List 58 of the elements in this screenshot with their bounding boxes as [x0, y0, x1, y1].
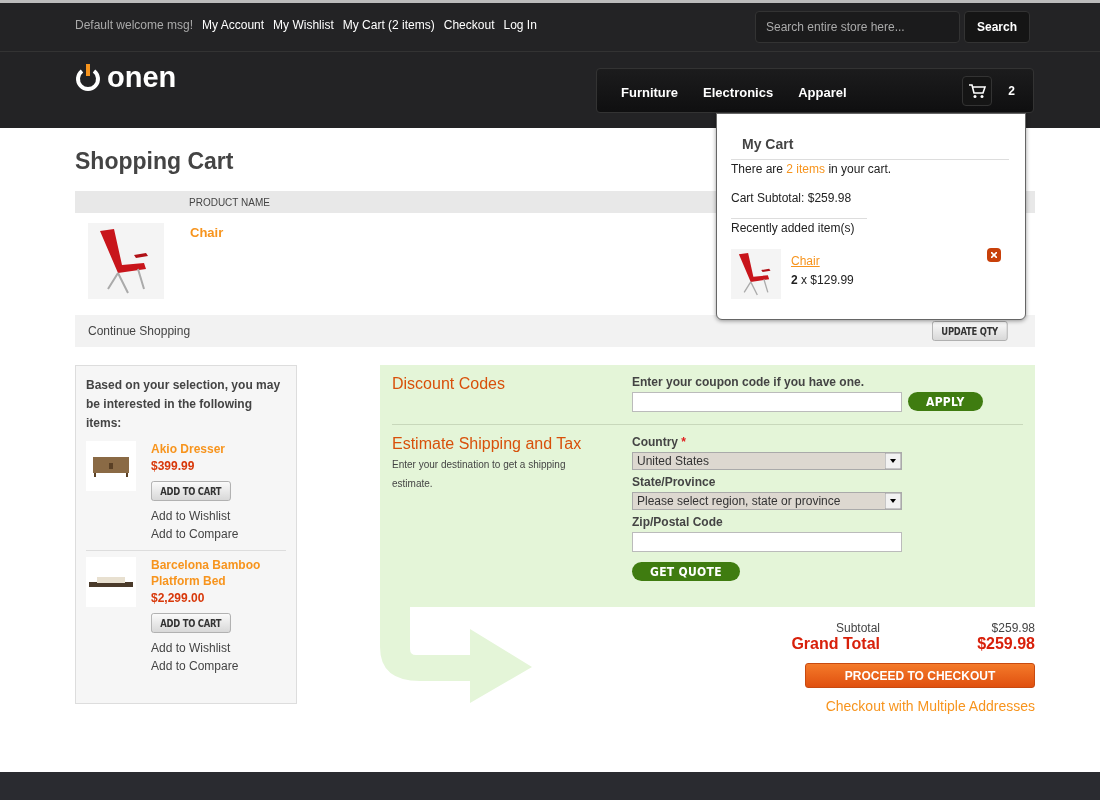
page-title: Shopping Cart	[75, 148, 234, 176]
header-link[interactable]: My Account	[202, 18, 265, 32]
cart-icon	[968, 82, 987, 99]
recent-items-title: Recently added item(s)	[731, 221, 856, 236]
header-link[interactable]: Checkout	[443, 18, 495, 32]
subtotal-value: $259.98	[990, 621, 1035, 635]
compare-link[interactable]: Add to Compare	[151, 525, 239, 543]
product-price: $399.99	[151, 459, 195, 473]
column-header: PRODUCT NAME	[189, 196, 270, 208]
coupon-label: Enter your coupon code if you have one.	[632, 375, 865, 389]
country-select[interactable]: United States	[632, 452, 902, 470]
cart-summary-text: There are 2 items in your cart.	[731, 162, 893, 177]
wishlist-link[interactable]: Add to Wishlist	[151, 507, 231, 525]
header-link[interactable]: My Cart (2 items)	[342, 18, 435, 32]
logo-text: onen	[107, 60, 177, 94]
bed-photo	[89, 574, 133, 590]
compare-link[interactable]: Add to Compare	[151, 657, 239, 675]
state-label: State/Province	[632, 475, 716, 489]
add-to-cart-button[interactable]: ADD TO CART	[151, 613, 231, 633]
shipping-note: Enter your destination to get a shipping estimate.	[392, 458, 567, 491]
grand-total-label: Grand Total	[790, 635, 880, 653]
wishlist-link[interactable]: Add to Wishlist	[151, 639, 231, 657]
cart-subtotal: Cart Subtotal: $259.98	[731, 191, 853, 206]
product-price: $2,299.00	[151, 591, 205, 605]
get-quote-button[interactable]: GET QUOTE	[632, 562, 740, 581]
header-link[interactable]: My Wishlist	[273, 18, 334, 32]
zip-field[interactable]	[632, 532, 902, 552]
search-button[interactable]: Search	[963, 11, 1030, 43]
search-field[interactable]: Search entire store here...	[754, 11, 960, 43]
chair-photo	[731, 248, 781, 300]
zip-label: Zip/Postal Code	[632, 515, 723, 529]
remove-item-button[interactable]	[987, 248, 1001, 262]
subtotal-label: Subtotal	[834, 621, 880, 635]
country-label: Country *	[632, 435, 686, 449]
header-link[interactable]: Log In	[503, 18, 537, 32]
continue-shopping-link[interactable]: Continue Shopping	[88, 324, 191, 338]
dropdown-arrow-icon	[885, 453, 901, 469]
welcome-message: Default welcome msg!	[75, 18, 194, 32]
shipping-title: Estimate Shipping and Tax	[392, 435, 583, 453]
nav-link[interactable]: Apparel	[798, 85, 847, 100]
crosssell-title: Based on your selection, you may be interested in the following items:	[86, 377, 282, 432]
dropdown-arrow-icon	[885, 493, 901, 509]
coupon-field[interactable]	[632, 392, 902, 412]
close-icon	[991, 252, 997, 258]
grand-total-value: $259.98	[976, 635, 1035, 653]
quantity-price: 2 x $129.99	[791, 273, 854, 288]
apply-button[interactable]: APPLY	[908, 392, 983, 411]
nav-link[interactable]: Furniture	[621, 85, 679, 100]
add-to-cart-button[interactable]: ADD TO CART	[151, 481, 231, 501]
state-select[interactable]: Please select region, state or province	[632, 492, 902, 510]
cart-count: 2	[1008, 83, 1015, 98]
update-qty-button[interactable]: UPDATE QTY	[932, 321, 1008, 341]
dresser-photo	[91, 455, 131, 477]
power-logo-icon	[75, 63, 101, 91]
discount-title: Discount Codes	[392, 375, 506, 393]
nav-link[interactable]: Electronics	[703, 85, 774, 100]
cart-button[interactable]	[962, 75, 993, 106]
mini-cart-title: My Cart	[742, 136, 795, 154]
